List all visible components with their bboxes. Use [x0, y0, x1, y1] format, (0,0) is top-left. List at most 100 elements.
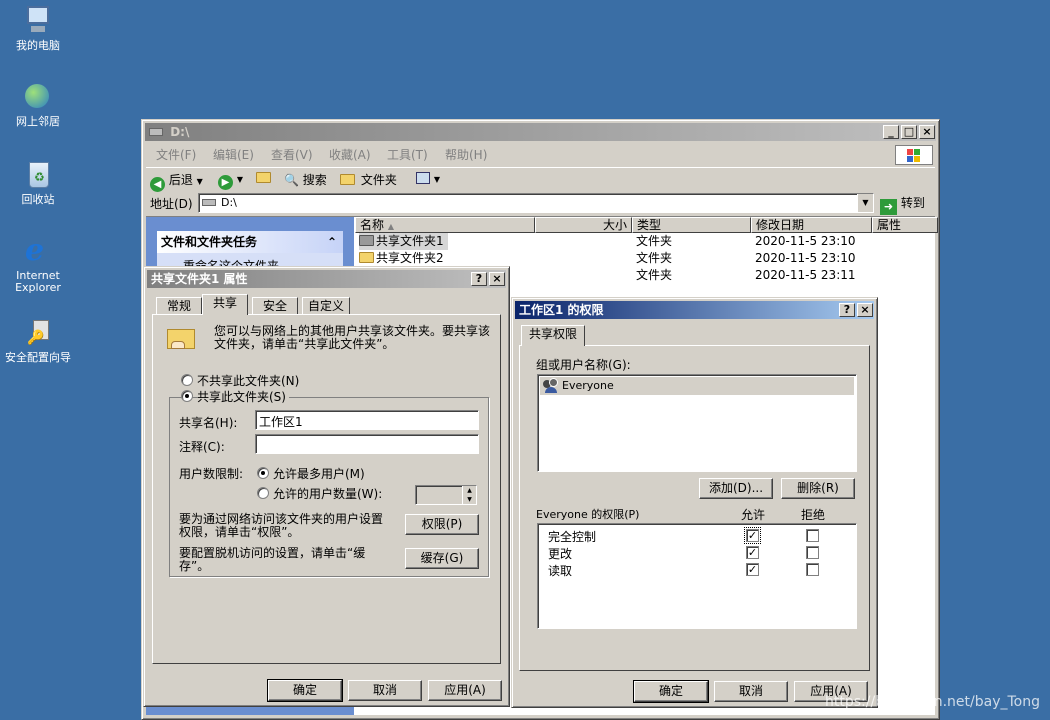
button-label: 取消 [738, 684, 763, 698]
deny-read-checkbox[interactable] [806, 563, 819, 576]
column-size[interactable]: 大小 [535, 217, 632, 233]
share-name-input[interactable]: 工作区1 [255, 410, 479, 430]
ok-button[interactable]: 确定 [267, 679, 343, 702]
spin-down-icon[interactable]: ▼ [462, 495, 476, 504]
file-type: 文件夹 [636, 268, 673, 282]
tab-customize[interactable]: 自定义 [302, 297, 350, 315]
drive-icon [202, 199, 216, 206]
spin-up-icon[interactable]: ▲ [462, 486, 476, 495]
tab-general[interactable]: 常规 [156, 297, 202, 315]
button-label: 确定 [658, 684, 683, 698]
deny-full-control-checkbox[interactable] [806, 529, 819, 542]
windows-logo-icon [895, 145, 933, 165]
properties-title-bar[interactable]: 共享文件夹1 属性 ? × [147, 270, 506, 288]
menu-favorites[interactable]: 收藏(A) [329, 145, 371, 165]
my-computer-icon [21, 4, 55, 38]
permissions-title-bar[interactable]: 工作区1 的权限 ? × [515, 301, 874, 319]
apply-button[interactable]: 应用(A) [428, 680, 502, 701]
cancel-button[interactable]: 取消 [348, 680, 422, 701]
allow-read-checkbox[interactable]: ✓ [746, 563, 759, 576]
collapse-icon[interactable]: ⌃ [327, 231, 337, 253]
user-list: Everyone [537, 374, 857, 472]
add-button[interactable]: 添加(D)... [699, 478, 773, 499]
folder-icon [359, 235, 374, 246]
desktop-icon-recycle-bin[interactable]: ♻ 回收站 [0, 158, 76, 206]
desktop-icon-my-computer[interactable]: 我的电脑 [0, 4, 76, 52]
explorer-title-bar[interactable]: D:\ _ □ × [145, 123, 936, 141]
share-folder-label[interactable]: 共享此文件夹(S) [197, 388, 289, 405]
forward-button[interactable]: ▶ ▼ [218, 171, 243, 190]
list-item[interactable]: Everyone [540, 377, 854, 395]
permissions-button[interactable]: 权限(P) [405, 514, 479, 535]
column-name[interactable]: 名称 ▲ [355, 217, 535, 233]
column-modified[interactable]: 修改日期 [751, 217, 872, 233]
folders-label: 文件夹 [360, 173, 397, 187]
folders-button[interactable]: 文件夹 [340, 171, 397, 188]
window-title: D:\ [170, 125, 190, 139]
recycle-bin-icon: ♻ [21, 158, 55, 192]
share-name-label: 共享名(H): [179, 416, 238, 430]
deny-change-checkbox[interactable] [806, 546, 819, 559]
tab-label: 常规 [166, 299, 191, 313]
ok-button[interactable]: 确定 [633, 680, 709, 703]
button-label: 缓存(G) [420, 551, 464, 565]
help-button[interactable]: ? [471, 272, 487, 286]
column-label: 类型 [637, 218, 662, 232]
desktop-icon-security-wizard[interactable]: 🔑 安全配置向导 [0, 316, 76, 364]
back-button[interactable]: ◀ 后退 ▼ [150, 171, 203, 192]
task-panel-header[interactable]: 文件和文件夹任务 ⌃ [157, 231, 343, 253]
permission-name: 更改 [548, 547, 573, 561]
table-row[interactable]: 共享文件夹2 文件夹 2020-11-5 23:10 [355, 250, 938, 267]
share-folder-radio[interactable] [181, 390, 193, 402]
desktop-icon-network-places[interactable]: 网上邻居 [0, 80, 76, 128]
user-count-spinner[interactable]: ▲ ▼ [415, 485, 477, 505]
comment-input[interactable] [255, 434, 479, 454]
column-type[interactable]: 类型 [632, 217, 751, 233]
tab-label: 自定义 [307, 299, 344, 313]
list-item: 完全控制 ✓ [538, 527, 854, 544]
close-button[interactable]: × [489, 272, 505, 286]
cache-button[interactable]: 缓存(G) [405, 548, 479, 569]
menu-help[interactable]: 帮助(H) [445, 145, 487, 165]
do-not-share-label[interactable]: 不共享此文件夹(N) [197, 372, 299, 389]
shared-folder-icon [167, 325, 197, 351]
desktop-icon-internet-explorer[interactable]: e Internet Explorer [0, 234, 76, 294]
close-button[interactable]: × [857, 303, 873, 317]
button-label: 应用(A) [444, 683, 486, 697]
desktop-icon-label: Internet Explorer [15, 269, 61, 294]
minimize-button[interactable]: _ [883, 125, 899, 139]
desktop-icon-label: 安全配置向导 [5, 351, 71, 364]
go-arrow-icon: ➜ [880, 199, 897, 215]
chevron-down-icon[interactable]: ▼ [857, 194, 873, 212]
views-button[interactable]: ▼ [416, 171, 440, 185]
allow-full-control-checkbox[interactable]: ✓ [744, 527, 761, 544]
max-users-label[interactable]: 允许最多用户(M) [273, 465, 365, 482]
search-button[interactable]: 🔍 搜索 [284, 171, 327, 188]
do-not-share-radio[interactable] [181, 374, 193, 386]
help-button[interactable]: ? [839, 303, 855, 317]
tab-sharing[interactable]: 共享 [202, 294, 248, 315]
tab-security[interactable]: 安全 [252, 297, 298, 315]
menu-file[interactable]: 文件(F) [156, 145, 196, 165]
chevron-down-icon: ▼ [196, 177, 203, 186]
table-row[interactable]: 共享文件夹1 文件夹 2020-11-5 23:10 [355, 233, 938, 250]
menu-view[interactable]: 查看(V) [271, 145, 313, 165]
maximize-button[interactable]: □ [901, 125, 917, 139]
max-users-radio[interactable] [257, 467, 269, 479]
allowed-users-radio[interactable] [257, 487, 269, 499]
go-button[interactable]: ➜ 转到 [880, 194, 925, 215]
tab-share-permissions[interactable]: 共享权限 [521, 325, 585, 346]
share-name-value: 工作区1 [259, 415, 303, 429]
allowed-users-label[interactable]: 允许的用户数量(W): [273, 485, 382, 502]
remove-button[interactable]: 删除(R) [781, 478, 855, 499]
address-bar: 地址(D) D:\ ▼ ➜ 转到 [146, 192, 935, 215]
column-attributes[interactable]: 属性 [872, 217, 938, 233]
cancel-button[interactable]: 取消 [714, 681, 788, 702]
menu-edit[interactable]: 编辑(E) [213, 145, 254, 165]
allow-change-checkbox[interactable]: ✓ [746, 546, 759, 559]
address-field[interactable]: D:\ ▼ [198, 193, 874, 213]
up-folder-button[interactable] [256, 171, 273, 185]
address-value: D:\ [221, 196, 237, 209]
close-button[interactable]: × [919, 125, 935, 139]
menu-tools[interactable]: 工具(T) [387, 145, 428, 165]
